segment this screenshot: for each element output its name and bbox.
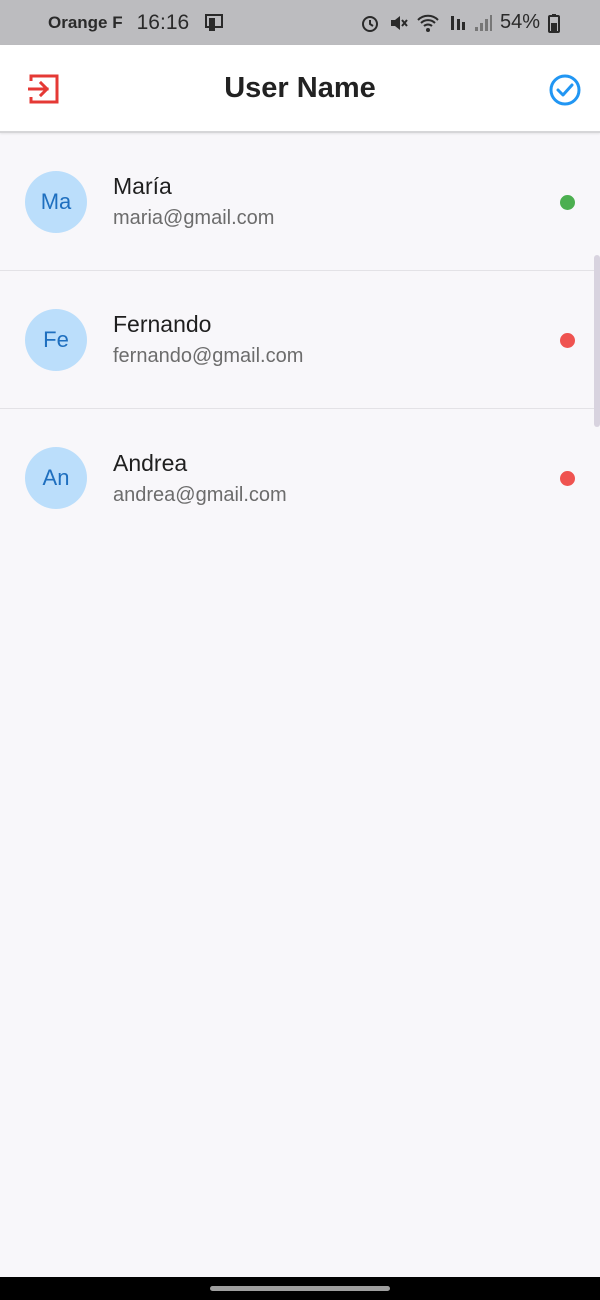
logout-icon [27, 74, 59, 104]
check-circle-icon [549, 74, 581, 106]
mute-icon [388, 13, 408, 33]
list-item[interactable]: Ma María maria@gmail.com [0, 133, 600, 271]
battery-icon [548, 13, 560, 33]
battery-percent: 54% [499, 11, 540, 33]
status-right: 54% [360, 11, 560, 34]
navigation-bar [0, 1277, 600, 1300]
user-name: Fernando [113, 311, 212, 337]
user-list: Ma María maria@gmail.com Fe Fernando fer… [0, 133, 600, 547]
carrier-label: Orange F [48, 12, 123, 32]
avatar: Ma [25, 170, 87, 233]
logout-button[interactable] [27, 73, 60, 105]
signal-icon [474, 13, 492, 33]
cast-icon [203, 12, 225, 34]
user-email: fernando@gmail.com [113, 345, 304, 367]
clock: 16:16 [136, 10, 190, 34]
connected-button[interactable] [548, 73, 582, 107]
online-status-dot [560, 194, 575, 210]
mobile-data-icon [448, 13, 466, 33]
home-indicator[interactable] [210, 1286, 390, 1291]
list-item[interactable]: Fe Fernando fernando@gmail.com [0, 271, 600, 409]
list-item[interactable]: An Andrea andrea@gmail.com [0, 409, 600, 547]
app-bar: User Name [0, 45, 600, 133]
user-email: andrea@gmail.com [113, 483, 287, 506]
user-name: Andrea [113, 449, 188, 476]
page-title: User Name [224, 71, 376, 104]
offline-status-dot [560, 332, 575, 348]
avatar: An [25, 447, 87, 509]
user-info: Andrea andrea@gmail.com [113, 450, 287, 507]
wifi-icon [416, 13, 440, 33]
user-email: maria@gmail.com [113, 207, 275, 229]
status-left: Orange F 16:16 [48, 11, 225, 35]
offline-status-dot [560, 471, 575, 486]
status-bar: Orange F 16:16 54% [0, 0, 600, 45]
scrollbar[interactable] [594, 255, 600, 427]
user-name: María [113, 173, 172, 199]
user-info: María maria@gmail.com [113, 173, 274, 230]
alarm-icon [360, 13, 380, 33]
user-info: Fernando fernando@gmail.com [113, 311, 303, 368]
avatar: Fe [25, 308, 87, 371]
